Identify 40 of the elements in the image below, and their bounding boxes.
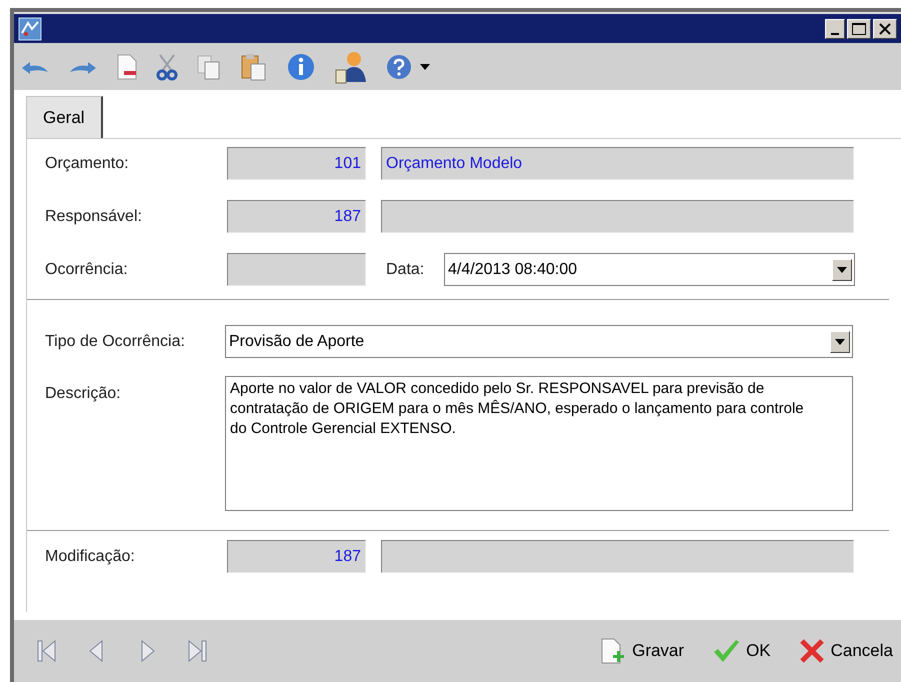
close-icon bbox=[879, 22, 891, 34]
last-record-icon[interactable] bbox=[186, 639, 208, 663]
first-record-icon[interactable] bbox=[36, 639, 58, 663]
code-field: 101 bbox=[227, 147, 366, 180]
field-label: Descrição: bbox=[44, 384, 122, 404]
paste-icon[interactable] bbox=[240, 52, 268, 82]
maximize-button[interactable] bbox=[847, 18, 871, 38]
cancel-button[interactable]: Cancela bbox=[798, 638, 893, 664]
dropdown-field[interactable]: Provisão de Aporte bbox=[225, 325, 853, 358]
field-label: Ocorrência: bbox=[44, 260, 129, 280]
save-button[interactable]: Gravar bbox=[600, 637, 684, 665]
dropdown-arrow-icon bbox=[835, 338, 845, 344]
app-icon bbox=[18, 16, 42, 40]
help-icon[interactable] bbox=[386, 54, 412, 80]
field-label: Responsável: bbox=[44, 206, 143, 226]
dropdown-field[interactable]: 4/4/2013 08:40:00 bbox=[444, 253, 855, 286]
dropdown-button[interactable] bbox=[830, 330, 850, 352]
field-label: Orçamento: bbox=[44, 154, 130, 174]
field-label: Tipo de Ocorrência: bbox=[44, 332, 186, 352]
field-label: Modificação: bbox=[44, 546, 136, 566]
name-field: Orçamento Modelo bbox=[381, 147, 854, 180]
close-icon bbox=[798, 638, 825, 664]
tab[interactable]: Geral bbox=[26, 96, 103, 138]
minimize-button[interactable] bbox=[825, 18, 845, 38]
code-field: 187 bbox=[227, 200, 366, 233]
dropdown-button[interactable] bbox=[832, 258, 852, 280]
copy-icon[interactable] bbox=[196, 52, 222, 80]
ok-button[interactable]: OK bbox=[712, 638, 771, 664]
description-textarea[interactable]: Aporte no valor de VALOR concedido pelo Sr. RESPONSAVEL para previsão de contratação de ORIGEM para o mês MÊS/ANO, esperado o lançamento para controle do Controle Gerencial EXTENSO. bbox=[225, 376, 853, 511]
dropdown-arrow-icon[interactable] bbox=[420, 64, 430, 70]
close-button[interactable] bbox=[873, 18, 897, 38]
field-label: Data: bbox=[386, 260, 426, 280]
dropdown-arrow-icon bbox=[837, 266, 847, 272]
cut-icon[interactable] bbox=[156, 52, 178, 80]
code-field: 187 bbox=[227, 540, 366, 573]
check-icon bbox=[712, 638, 740, 664]
user-icon[interactable] bbox=[334, 50, 368, 84]
new-document-icon[interactable] bbox=[116, 52, 138, 80]
save-document-icon bbox=[600, 637, 626, 665]
info-icon[interactable] bbox=[286, 52, 316, 82]
